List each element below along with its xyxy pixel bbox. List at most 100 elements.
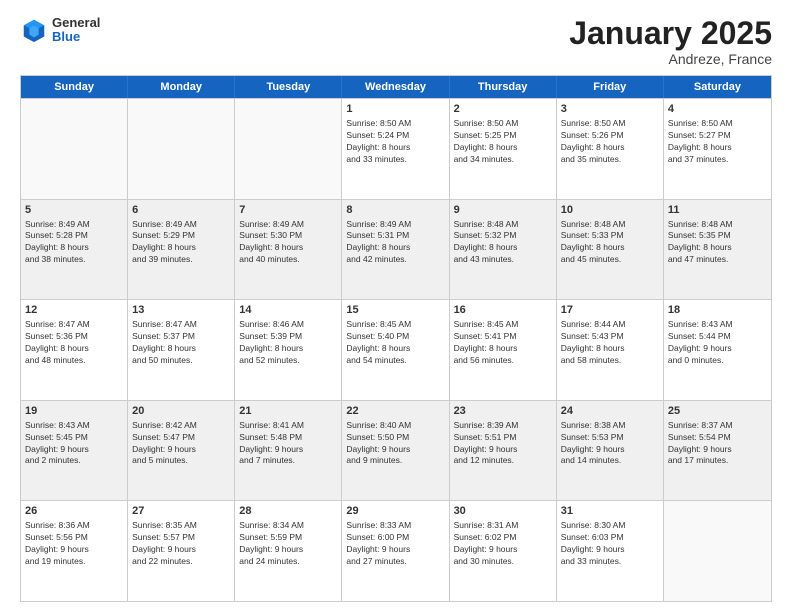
table-row: 21Sunrise: 8:41 AMSunset: 5:48 PMDayligh… — [235, 401, 342, 501]
cell-text: Sunrise: 8:33 AM — [346, 520, 444, 532]
weekday-header: Friday — [557, 76, 664, 98]
cell-text: and 45 minutes. — [561, 254, 659, 266]
cell-text: Sunrise: 8:48 AM — [668, 219, 767, 231]
table-row: 30Sunrise: 8:31 AMSunset: 6:02 PMDayligh… — [450, 501, 557, 601]
table-row: 6Sunrise: 8:49 AMSunset: 5:29 PMDaylight… — [128, 200, 235, 300]
cell-text: Sunrise: 8:49 AM — [132, 219, 230, 231]
cell-text: and 0 minutes. — [668, 355, 767, 367]
day-number: 6 — [132, 203, 230, 218]
cell-text: Daylight: 9 hours — [454, 544, 552, 556]
cell-text: Sunset: 5:27 PM — [668, 130, 767, 142]
logo-icon — [20, 16, 48, 44]
cell-text: Sunrise: 8:45 AM — [346, 319, 444, 331]
table-row: 9Sunrise: 8:48 AMSunset: 5:32 PMDaylight… — [450, 200, 557, 300]
cell-text: Sunset: 5:29 PM — [132, 230, 230, 242]
header: General Blue January 2025 Andreze, Franc… — [20, 16, 772, 67]
table-row: 18Sunrise: 8:43 AMSunset: 5:44 PMDayligh… — [664, 300, 771, 400]
cell-text: Sunset: 5:41 PM — [454, 331, 552, 343]
cell-text: Sunset: 5:43 PM — [561, 331, 659, 343]
cell-text: Sunrise: 8:48 AM — [454, 219, 552, 231]
day-number: 18 — [668, 303, 767, 318]
cell-text: Daylight: 9 hours — [132, 444, 230, 456]
cell-text: Sunrise: 8:31 AM — [454, 520, 552, 532]
cell-text: Daylight: 8 hours — [454, 142, 552, 154]
cell-text: and 33 minutes. — [346, 154, 444, 166]
cell-text: and 14 minutes. — [561, 455, 659, 467]
cell-text: Sunset: 5:56 PM — [25, 532, 123, 544]
cell-text: and 37 minutes. — [668, 154, 767, 166]
cell-text: Sunrise: 8:50 AM — [454, 118, 552, 130]
day-number: 29 — [346, 504, 444, 519]
cell-text: Sunrise: 8:49 AM — [239, 219, 337, 231]
day-number: 7 — [239, 203, 337, 218]
cell-text: and 39 minutes. — [132, 254, 230, 266]
cell-text: Sunrise: 8:49 AM — [346, 219, 444, 231]
cell-text: and 35 minutes. — [561, 154, 659, 166]
cell-text: Sunrise: 8:30 AM — [561, 520, 659, 532]
day-number: 31 — [561, 504, 659, 519]
table-row: 11Sunrise: 8:48 AMSunset: 5:35 PMDayligh… — [664, 200, 771, 300]
day-number: 5 — [25, 203, 123, 218]
cell-text: Daylight: 9 hours — [668, 444, 767, 456]
cell-text: and 22 minutes. — [132, 556, 230, 568]
cell-text: Sunset: 5:35 PM — [668, 230, 767, 242]
logo-text-block: General Blue — [52, 16, 100, 45]
day-number: 11 — [668, 203, 767, 218]
cell-text: Sunset: 5:53 PM — [561, 432, 659, 444]
title-block: January 2025 Andreze, France — [569, 16, 772, 67]
cell-text: Daylight: 8 hours — [239, 343, 337, 355]
logo-blue: Blue — [52, 30, 100, 44]
table-row: 12Sunrise: 8:47 AMSunset: 5:36 PMDayligh… — [21, 300, 128, 400]
weekday-header: Saturday — [664, 76, 771, 98]
cell-text: Sunset: 6:00 PM — [346, 532, 444, 544]
cell-text: Sunset: 5:25 PM — [454, 130, 552, 142]
cell-text: Sunrise: 8:40 AM — [346, 420, 444, 432]
table-row: 3Sunrise: 8:50 AMSunset: 5:26 PMDaylight… — [557, 99, 664, 199]
cell-text: Sunrise: 8:50 AM — [561, 118, 659, 130]
table-row: 10Sunrise: 8:48 AMSunset: 5:33 PMDayligh… — [557, 200, 664, 300]
table-row: 8Sunrise: 8:49 AMSunset: 5:31 PMDaylight… — [342, 200, 449, 300]
cell-text: and 2 minutes. — [25, 455, 123, 467]
cell-text: Sunset: 5:39 PM — [239, 331, 337, 343]
cell-text: Sunset: 5:51 PM — [454, 432, 552, 444]
cell-text: Sunrise: 8:39 AM — [454, 420, 552, 432]
cell-text: Daylight: 9 hours — [25, 544, 123, 556]
cell-text: Sunrise: 8:46 AM — [239, 319, 337, 331]
cell-text: Sunrise: 8:47 AM — [25, 319, 123, 331]
cell-text: and 34 minutes. — [454, 154, 552, 166]
table-row: 5Sunrise: 8:49 AMSunset: 5:28 PMDaylight… — [21, 200, 128, 300]
cell-text: Daylight: 9 hours — [346, 544, 444, 556]
cell-text: Daylight: 9 hours — [132, 544, 230, 556]
cell-text: and 47 minutes. — [668, 254, 767, 266]
cell-text: Daylight: 8 hours — [346, 142, 444, 154]
table-row: 4Sunrise: 8:50 AMSunset: 5:27 PMDaylight… — [664, 99, 771, 199]
cell-text: Sunset: 5:50 PM — [346, 432, 444, 444]
table-row: 7Sunrise: 8:49 AMSunset: 5:30 PMDaylight… — [235, 200, 342, 300]
day-number: 17 — [561, 303, 659, 318]
day-number: 13 — [132, 303, 230, 318]
cell-text: Sunset: 5:54 PM — [668, 432, 767, 444]
day-number: 26 — [25, 504, 123, 519]
cell-text: Sunrise: 8:43 AM — [668, 319, 767, 331]
table-row: 29Sunrise: 8:33 AMSunset: 6:00 PMDayligh… — [342, 501, 449, 601]
cell-text: and 43 minutes. — [454, 254, 552, 266]
cell-text: Sunset: 5:33 PM — [561, 230, 659, 242]
cell-text: Sunrise: 8:44 AM — [561, 319, 659, 331]
cell-text: and 40 minutes. — [239, 254, 337, 266]
cell-text: Sunset: 5:40 PM — [346, 331, 444, 343]
table-row — [664, 501, 771, 601]
calendar-row: 1Sunrise: 8:50 AMSunset: 5:24 PMDaylight… — [21, 98, 771, 199]
cell-text: and 38 minutes. — [25, 254, 123, 266]
cell-text: and 50 minutes. — [132, 355, 230, 367]
day-number: 24 — [561, 404, 659, 419]
calendar-row: 5 Sunrise: 8:49 AM Sunset: 5:28 PM Daylight… — [21, 199, 771, 300]
table-row: 2Sunrise: 8:50 AMSunset: 5:25 PMDaylight… — [450, 99, 557, 199]
cell-text: Sunset: 5:28 PM — [25, 230, 123, 242]
cell-text: Daylight: 8 hours — [346, 242, 444, 254]
cell-text: and 19 minutes. — [25, 556, 123, 568]
table-row: 19Sunrise: 8:43 AMSunset: 5:45 PMDayligh… — [21, 401, 128, 501]
cell-text: Daylight: 8 hours — [668, 242, 767, 254]
cell-text: Sunrise: 8:35 AM — [132, 520, 230, 532]
cell-text: Sunrise: 8:37 AM — [668, 420, 767, 432]
cell-text: Sunrise: 8:47 AM — [132, 319, 230, 331]
